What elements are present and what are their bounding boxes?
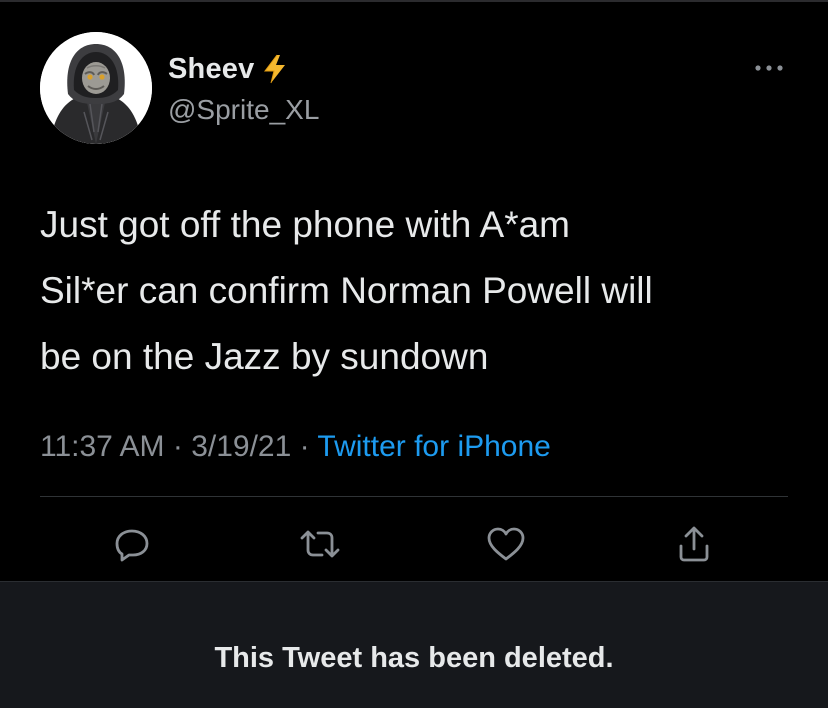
like-icon — [487, 527, 525, 561]
retweet-button[interactable] — [298, 522, 342, 566]
meta-separator: · — [164, 430, 192, 463]
tweet-card: Sheev @Sprite_XL Just got off the phone … — [0, 2, 828, 581]
tweet-date[interactable]: 3/19/21 — [191, 430, 291, 463]
tweet-meta: 11:37 AM · 3/19/21 · Twitter for iPhone — [40, 430, 551, 464]
action-divider — [40, 496, 788, 497]
author-name-row: Sheev — [168, 52, 288, 86]
reply-icon — [115, 529, 149, 562]
user-handle[interactable]: @Sprite_XL — [168, 94, 319, 126]
lightning-bolt-icon — [262, 54, 288, 84]
share-button[interactable] — [672, 522, 716, 566]
deleted-tweet-notice: This Tweet has been deleted. — [0, 581, 828, 708]
meta-separator: · — [291, 430, 318, 463]
emperor-avatar-icon — [40, 32, 152, 144]
retweet-icon — [300, 530, 340, 558]
tweet-source-link[interactable]: Twitter for iPhone — [317, 430, 550, 463]
tweet-time[interactable]: 11:37 AM — [40, 430, 165, 463]
display-name[interactable]: Sheev — [168, 53, 254, 86]
tweet-text: Just got off the phone with A*am Sil*er … — [40, 204, 653, 377]
more-options-icon[interactable] — [752, 58, 786, 78]
reply-button[interactable] — [110, 522, 154, 566]
deleted-notice-text: This Tweet has been deleted. — [214, 641, 614, 674]
share-icon — [679, 526, 709, 562]
avatar[interactable] — [40, 32, 152, 144]
like-button[interactable] — [484, 522, 528, 566]
